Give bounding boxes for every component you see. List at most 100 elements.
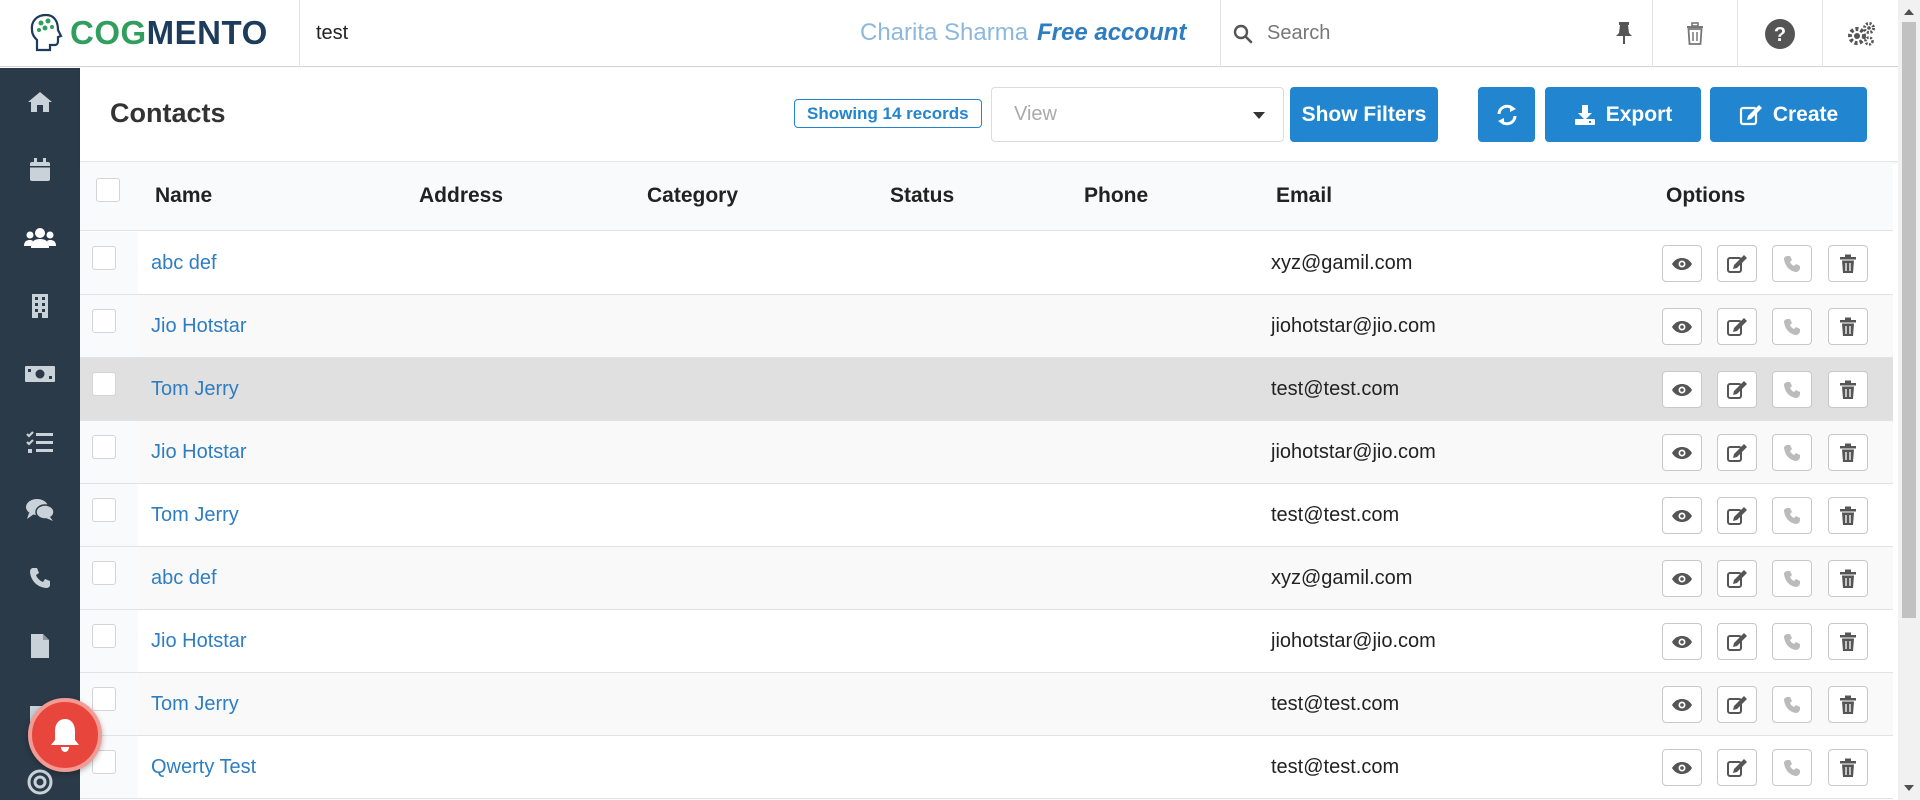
- table-row[interactable]: abc def xyz@gamil.com: [80, 547, 1893, 610]
- edit-button[interactable]: [1717, 308, 1757, 345]
- delete-button[interactable]: [1828, 434, 1868, 471]
- sidebar-item-home[interactable]: [0, 72, 80, 132]
- sidebar-item-companies[interactable]: [0, 276, 80, 336]
- search-input[interactable]: [1267, 22, 1567, 45]
- table-row[interactable]: Jio Hotstar jiohotstar@jio.com: [80, 295, 1893, 358]
- table-row[interactable]: abc def xyz@gamil.com: [80, 232, 1893, 295]
- edit-button[interactable]: [1717, 434, 1757, 471]
- delete-button[interactable]: [1828, 497, 1868, 534]
- delete-button[interactable]: [1828, 245, 1868, 282]
- page-scrollbar[interactable]: [1898, 0, 1920, 800]
- row-checkbox[interactable]: [92, 687, 116, 711]
- sidebar-item-tasks[interactable]: [0, 412, 80, 472]
- sidebar-item-documents[interactable]: [0, 616, 80, 676]
- logo[interactable]: COGMENTO: [0, 0, 300, 67]
- view-button[interactable]: [1662, 245, 1702, 282]
- view-button[interactable]: [1662, 560, 1702, 597]
- delete-icon: [1839, 317, 1857, 337]
- select-all-checkbox[interactable]: [96, 178, 120, 202]
- sidebar-item-calendar[interactable]: [0, 140, 80, 200]
- call-button[interactable]: [1772, 749, 1812, 786]
- edit-button[interactable]: [1717, 245, 1757, 282]
- view-button[interactable]: [1662, 371, 1702, 408]
- table-row[interactable]: Jio Hotstar jiohotstar@jio.com: [80, 421, 1893, 484]
- column-header-status[interactable]: Status: [890, 184, 954, 208]
- edit-button[interactable]: [1717, 749, 1757, 786]
- row-checkbox[interactable]: [92, 561, 116, 585]
- delete-button[interactable]: [1828, 308, 1868, 345]
- contact-name-link[interactable]: Jio Hotstar: [151, 630, 247, 653]
- edit-button[interactable]: [1717, 497, 1757, 534]
- edit-button[interactable]: [1717, 560, 1757, 597]
- contact-name-link[interactable]: Tom Jerry: [151, 378, 239, 401]
- export-button[interactable]: Export: [1545, 87, 1701, 142]
- create-button[interactable]: Create: [1710, 87, 1867, 142]
- sidebar-item-deals[interactable]: [0, 344, 80, 404]
- pin-icon[interactable]: [1614, 21, 1634, 45]
- table-row[interactable]: Jio Hotstar jiohotstar@jio.com: [80, 610, 1893, 673]
- call-button[interactable]: [1772, 245, 1812, 282]
- table-row[interactable]: Tom Jerry test@test.com: [80, 673, 1893, 736]
- row-checkbox[interactable]: [92, 435, 116, 459]
- column-header-name[interactable]: Name: [155, 184, 212, 208]
- delete-icon: [1839, 506, 1857, 526]
- settings-button[interactable]: [1822, 0, 1898, 67]
- table-row[interactable]: Tom Jerry test@test.com: [80, 484, 1893, 547]
- call-button[interactable]: [1772, 560, 1812, 597]
- user-name[interactable]: Charita Sharma: [860, 19, 1028, 47]
- view-button[interactable]: [1662, 749, 1702, 786]
- table-row[interactable]: Qwerty Test test@test.com: [80, 736, 1893, 799]
- edit-button[interactable]: [1717, 623, 1757, 660]
- row-checkbox[interactable]: [92, 309, 116, 333]
- view-button[interactable]: [1662, 308, 1702, 345]
- table-row[interactable]: Tom Jerry test@test.com: [80, 358, 1893, 421]
- contact-name-link[interactable]: abc def: [151, 567, 217, 590]
- call-button[interactable]: [1772, 686, 1812, 723]
- scroll-up-arrow-icon[interactable]: [1898, 2, 1920, 22]
- delete-button[interactable]: [1828, 686, 1868, 723]
- delete-button[interactable]: [1828, 623, 1868, 660]
- call-button[interactable]: [1772, 434, 1812, 471]
- call-button[interactable]: [1772, 623, 1812, 660]
- column-header-category[interactable]: Category: [647, 184, 738, 208]
- delete-button[interactable]: [1828, 371, 1868, 408]
- contact-name-link[interactable]: Tom Jerry: [151, 693, 239, 716]
- contact-name-link[interactable]: Jio Hotstar: [151, 315, 247, 338]
- row-checkbox[interactable]: [92, 624, 116, 648]
- view-dropdown[interactable]: View: [991, 87, 1284, 142]
- view-button[interactable]: [1662, 623, 1702, 660]
- notification-bell-button[interactable]: [28, 698, 102, 772]
- scrollbar-thumb[interactable]: [1902, 22, 1916, 618]
- row-checkbox[interactable]: [92, 498, 116, 522]
- contact-name-link[interactable]: abc def: [151, 252, 217, 275]
- view-button[interactable]: [1662, 434, 1702, 471]
- edit-button[interactable]: [1717, 686, 1757, 723]
- call-button[interactable]: [1772, 371, 1812, 408]
- column-header-address[interactable]: Address: [419, 184, 503, 208]
- search-box[interactable]: [1220, 0, 1652, 67]
- view-button[interactable]: [1662, 497, 1702, 534]
- row-checkbox[interactable]: [92, 372, 116, 396]
- show-filters-button[interactable]: Show Filters: [1290, 87, 1438, 142]
- row-checkbox[interactable]: [92, 246, 116, 270]
- scroll-down-arrow-icon[interactable]: [1898, 778, 1920, 798]
- contact-name-link[interactable]: Jio Hotstar: [151, 441, 247, 464]
- call-button[interactable]: [1772, 308, 1812, 345]
- refresh-button[interactable]: [1478, 87, 1535, 142]
- contact-name-link[interactable]: Tom Jerry: [151, 504, 239, 527]
- column-header-phone[interactable]: Phone: [1084, 184, 1148, 208]
- plan-label[interactable]: Free account: [1037, 19, 1186, 47]
- column-header-email[interactable]: Email: [1276, 184, 1332, 208]
- sidebar-item-contacts[interactable]: [0, 208, 80, 268]
- delete-button[interactable]: [1828, 749, 1868, 786]
- view-button[interactable]: [1662, 686, 1702, 723]
- sidebar-item-cases[interactable]: [0, 480, 80, 540]
- help-button[interactable]: ?: [1737, 0, 1822, 67]
- trash-button[interactable]: [1652, 0, 1737, 67]
- call-button[interactable]: [1772, 497, 1812, 534]
- tasks-icon: [26, 431, 53, 453]
- contact-name-link[interactable]: Qwerty Test: [151, 756, 256, 779]
- edit-button[interactable]: [1717, 371, 1757, 408]
- sidebar-item-calls[interactable]: [0, 548, 80, 608]
- delete-button[interactable]: [1828, 560, 1868, 597]
